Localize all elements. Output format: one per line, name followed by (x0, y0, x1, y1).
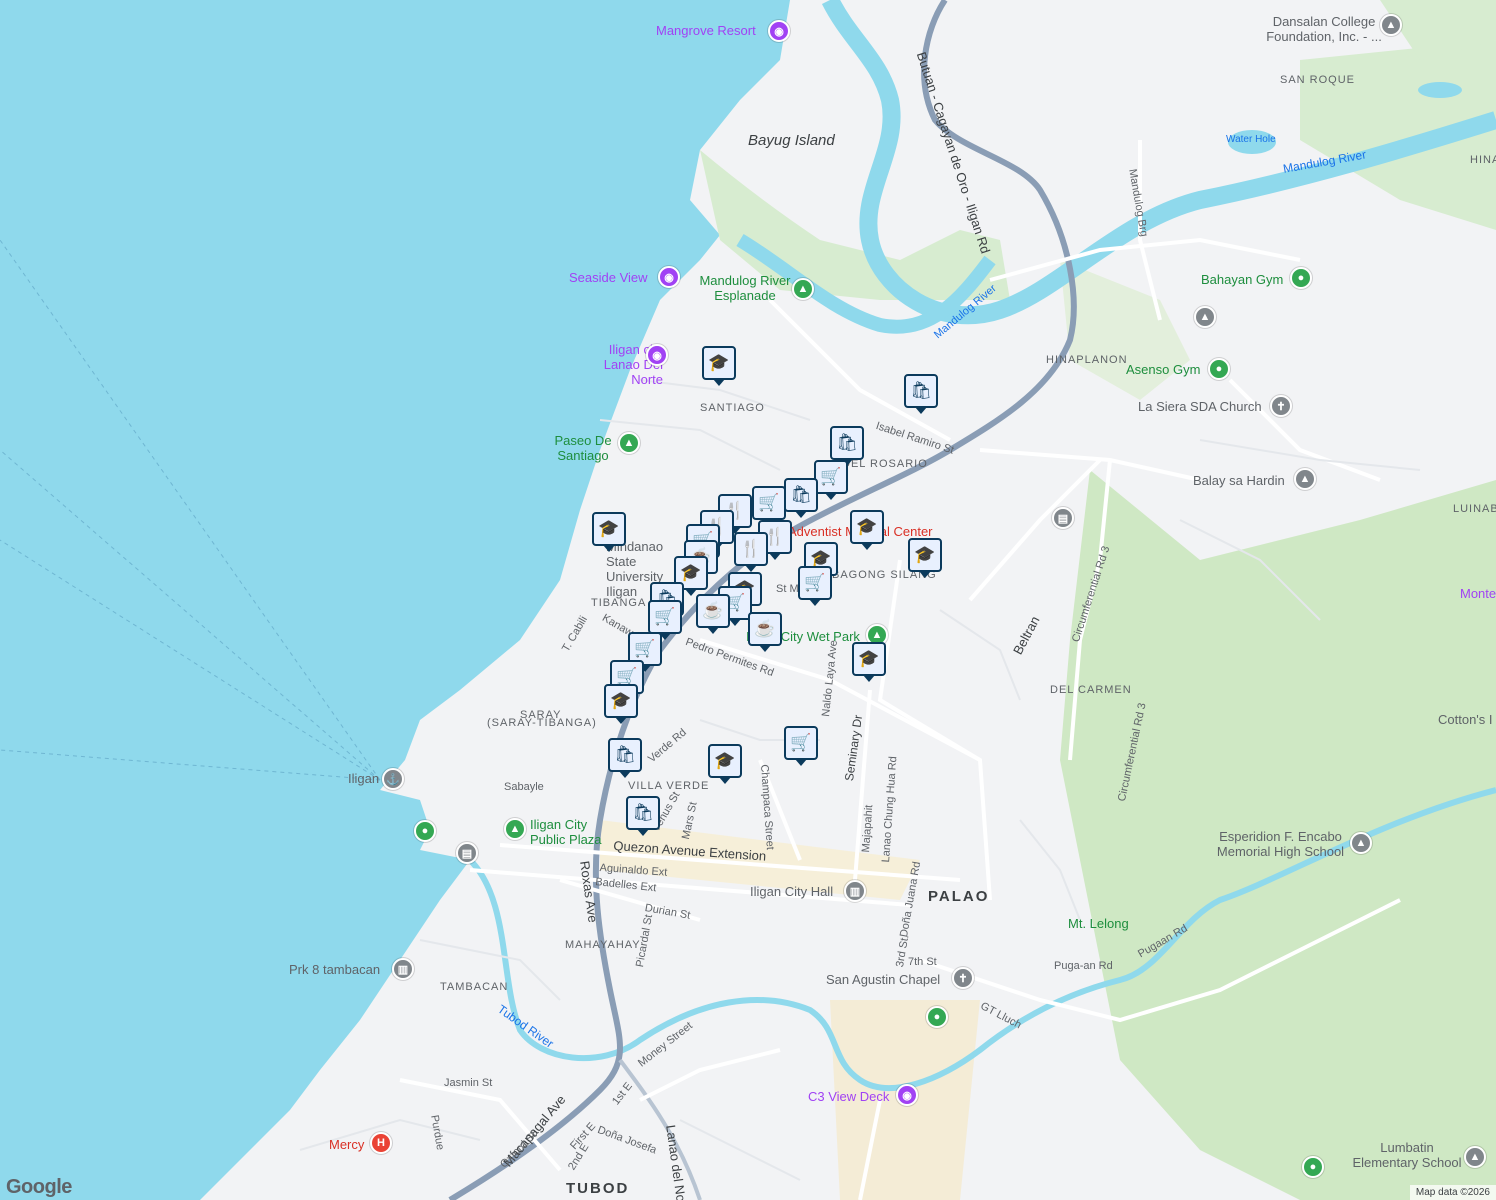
poi-label[interactable]: Lumbatin Elementary School (1347, 1140, 1467, 1170)
camera-icon[interactable]: ◉ (768, 20, 790, 42)
poi-label[interactable]: San Agustin Chapel (826, 972, 940, 987)
grocery-marker[interactable]: 🛒 (784, 726, 818, 766)
area-label: DEL CARMEN (1050, 684, 1132, 696)
poi-label[interactable]: Mt. Lelong (1068, 916, 1129, 931)
ferry-icon[interactable]: ⚓ (382, 768, 404, 790)
school-icon[interactable]: ▲ (1350, 832, 1372, 854)
area-label: MAHAYAHAY (565, 939, 641, 951)
poi-label[interactable]: Esperidion F. Encabo Memorial High Schoo… (1208, 829, 1353, 859)
district-label: PALAO (928, 888, 990, 905)
school-icon[interactable]: ▲ (1380, 14, 1402, 36)
poi-label[interactable]: Dansalan College Foundation, Inc. - ... (1254, 14, 1394, 44)
area-label: SAN ROQUE (1280, 74, 1356, 86)
park-icon[interactable]: ● (1302, 1156, 1324, 1178)
poi-label[interactable]: Balay sa Hardin (1193, 473, 1285, 488)
shopping-marker[interactable]: 🛍 (784, 478, 818, 518)
poi-label[interactable]: Prk 8 tambacan (289, 962, 380, 977)
church-icon[interactable]: ✝ (952, 967, 974, 989)
area-label: HINAPLANON (1046, 354, 1128, 366)
area-label: HINA (1470, 154, 1496, 166)
camera-icon[interactable]: ◉ (646, 344, 668, 366)
poi-label[interactable]: Mandulog River Esplanade (690, 273, 800, 303)
park-icon[interactable]: ● (414, 820, 436, 842)
school-icon[interactable]: ▲ (1294, 468, 1316, 490)
area-label: LUINAB (1453, 503, 1496, 515)
poi-label[interactable]: C3 View Deck (808, 1089, 889, 1104)
area-label: VILLA VERDE (628, 780, 710, 792)
poi-label[interactable]: Asenso Gym (1126, 362, 1200, 377)
park-icon[interactable]: ▲ (618, 432, 640, 454)
hospital-icon[interactable]: H (370, 1132, 392, 1154)
school-marker[interactable]: 🎓 (908, 538, 942, 578)
street-label: St M (776, 583, 799, 595)
poi-label[interactable]: Iligan City Hall (750, 884, 833, 899)
poi-label[interactable]: Bahayan Gym (1201, 272, 1283, 287)
school-icon[interactable]: ▲ (1464, 1146, 1486, 1168)
shopping-marker[interactable]: 🛍 (608, 738, 642, 778)
cafe-marker[interactable]: ☕ (748, 612, 782, 652)
park-icon[interactable]: ▲ (504, 818, 526, 840)
gym-icon[interactable]: ● (1290, 267, 1312, 289)
grocery-marker[interactable]: 🛒 (798, 566, 832, 606)
bus-icon[interactable]: ▤ (1052, 507, 1074, 529)
shopping-marker[interactable]: 🛍 (626, 796, 660, 836)
shopping-marker[interactable]: 🛍 (904, 374, 938, 414)
island-label: Bayug Island (748, 132, 835, 149)
restaurant-marker[interactable]: 🍴 (734, 532, 768, 572)
school-marker[interactable]: 🎓 (604, 684, 638, 724)
poi-label[interactable]: Iligan (348, 771, 379, 786)
poi-label[interactable]: La Siera SDA Church (1138, 399, 1262, 414)
park-icon[interactable]: ▲ (792, 278, 814, 300)
church-icon[interactable]: ✝ (1270, 395, 1292, 417)
street-label: Jasmin St (444, 1077, 493, 1089)
cafe-marker[interactable]: ☕ (696, 594, 730, 634)
area-label: TAMBACAN (440, 981, 509, 993)
school-marker[interactable]: 🎓 (852, 642, 886, 682)
school-marker[interactable]: 🎓 (592, 512, 626, 552)
poi-label[interactable]: Paseo De Santiago (548, 433, 618, 463)
museum-icon[interactable]: ▥ (392, 958, 414, 980)
street-label: Puga-an Rd (1054, 960, 1113, 972)
shopping-marker[interactable]: 🛍 (830, 426, 864, 466)
school-marker[interactable]: 🎓 (708, 744, 742, 784)
school-marker[interactable]: 🎓 (850, 510, 884, 550)
map-canvas[interactable]: Bayug Island Mandulog River Mandulog Riv… (0, 0, 1496, 1200)
poi-label[interactable]: Cotton's I (1438, 712, 1493, 727)
camera-icon[interactable]: ◉ (658, 266, 680, 288)
park-icon[interactable]: ● (926, 1006, 948, 1028)
grocery-marker[interactable]: 🛒 (648, 600, 682, 640)
district-label: TUBOD (566, 1180, 630, 1197)
street-label: Sabayle (504, 781, 544, 793)
school-icon[interactable]: ▲ (1194, 306, 1216, 328)
school-marker[interactable]: 🎓 (702, 346, 736, 386)
poi-label[interactable]: Iligan City Public Plaza (530, 817, 610, 847)
map-attribution: Map data ©2026 (1409, 1185, 1496, 1200)
area-label: (SARAY-TIBANGA) (487, 717, 597, 729)
bus-icon[interactable]: ▤ (456, 842, 478, 864)
city-hall-icon[interactable]: ▥ (844, 880, 866, 902)
grocery-marker[interactable]: 🛒 (814, 460, 848, 500)
camera-icon[interactable]: ◉ (896, 1084, 918, 1106)
water-label: Water Hole (1226, 134, 1276, 145)
google-logo: Google (6, 1176, 72, 1198)
grocery-marker[interactable]: 🛒 (752, 486, 786, 526)
poi-label[interactable]: Seaside View (569, 270, 648, 285)
street-label: 7th St (908, 956, 937, 968)
area-label: SANTIAGO (700, 402, 765, 414)
gym-icon[interactable]: ● (1208, 358, 1230, 380)
poi-label[interactable]: Mangrove Resort (656, 23, 756, 38)
poi-label[interactable]: Mercy (329, 1137, 364, 1152)
poi-label[interactable]: Monte (1460, 586, 1496, 601)
